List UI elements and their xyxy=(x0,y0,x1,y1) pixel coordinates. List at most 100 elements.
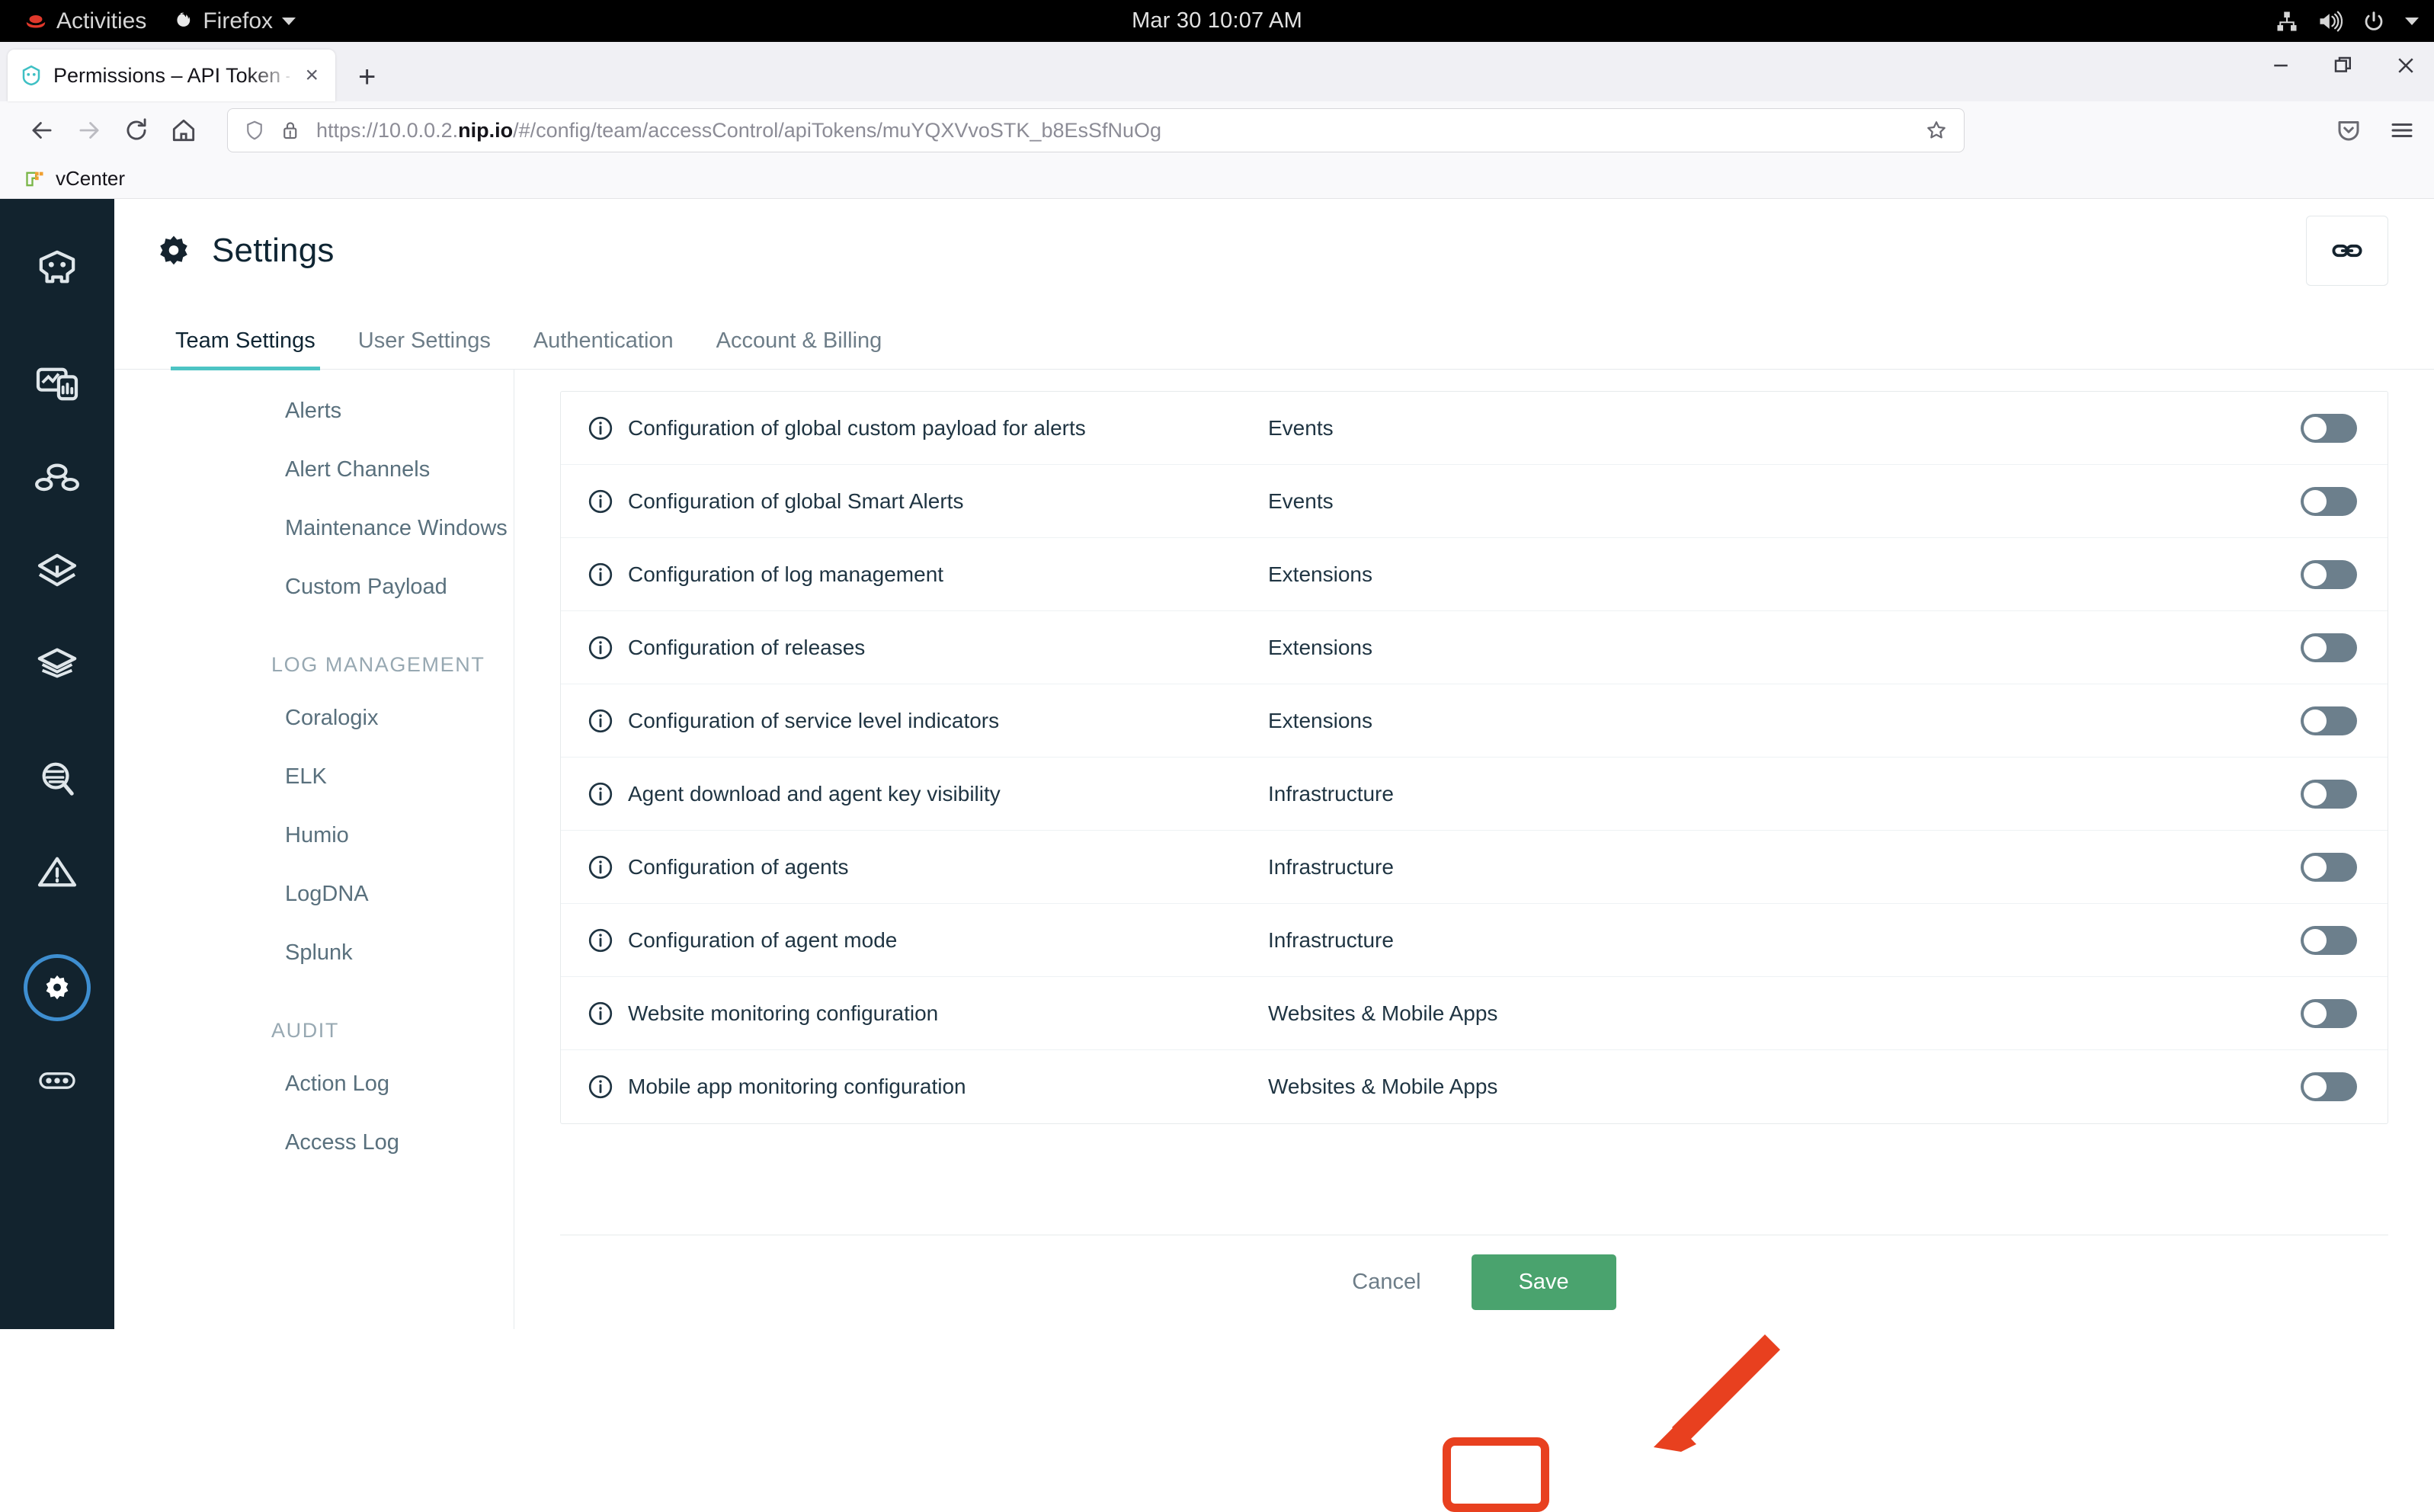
table-row: Configuration of service level indicator… xyxy=(561,684,2388,758)
settings-body: Alerts Alert Channels Maintenance Window… xyxy=(114,370,2434,1329)
sidebar-item-splunk[interactable]: Splunk xyxy=(114,924,514,982)
chain-link-icon xyxy=(2332,244,2362,258)
back-button[interactable] xyxy=(18,107,66,154)
lock-warning-icon[interactable] xyxy=(280,119,303,142)
home-button[interactable] xyxy=(160,107,207,154)
permissions-scroll-area[interactable]: Configuration of global custom payload f… xyxy=(514,370,2434,1235)
instana-robot-logo-icon[interactable] xyxy=(0,222,114,315)
sidebar-item-coralogix[interactable]: Coralogix xyxy=(114,689,514,748)
permission-toggle[interactable] xyxy=(2301,998,2357,1028)
navigation-toolbar: https://10.0.0.2.nip.io/#/config/team/ac… xyxy=(0,101,2434,159)
settings-sidebar: Alerts Alert Channels Maintenance Window… xyxy=(114,370,514,1329)
tab-team-settings[interactable]: Team Settings xyxy=(154,328,337,370)
permission-name: Configuration of log management xyxy=(628,562,944,586)
hamburger-menu-icon[interactable] xyxy=(2388,117,2416,144)
permission-toggle[interactable] xyxy=(2301,486,2357,516)
restore-button[interactable] xyxy=(2332,54,2355,77)
info-icon[interactable] xyxy=(587,780,628,808)
permission-toggle[interactable] xyxy=(2301,559,2357,589)
pocket-icon[interactable] xyxy=(2335,117,2362,144)
table-row: Configuration of global Smart Alerts Even… xyxy=(561,465,2388,538)
more-options-icon[interactable] xyxy=(0,1034,114,1127)
sidebar-item-maintenance-windows[interactable]: Maintenance Windows xyxy=(114,499,514,558)
sidebar-item-action-log[interactable]: Action Log xyxy=(114,1055,514,1113)
permission-toggle[interactable] xyxy=(2301,925,2357,955)
toggle-knob xyxy=(2304,489,2327,513)
permission-toggle[interactable] xyxy=(2301,779,2357,809)
info-icon[interactable] xyxy=(587,1000,628,1027)
table-row: Configuration of releases Extensions xyxy=(561,611,2388,684)
network-icon[interactable] xyxy=(2275,10,2298,33)
info-icon[interactable] xyxy=(587,561,628,588)
dashboards-icon[interactable] xyxy=(0,338,114,431)
cancel-button[interactable]: Cancel xyxy=(1332,1256,1440,1309)
info-icon[interactable] xyxy=(587,488,628,515)
bookmark-vcenter[interactable]: vCenter xyxy=(17,164,133,194)
url-text: https://10.0.0.2.nip.io/#/config/team/ac… xyxy=(316,118,1162,142)
volume-icon[interactable] xyxy=(2318,11,2343,32)
settings-gear-icon[interactable] xyxy=(0,941,114,1034)
minimize-button[interactable] xyxy=(2269,54,2292,77)
sidebar-item-elk[interactable]: ELK xyxy=(114,748,514,806)
permission-name: Configuration of agents xyxy=(628,854,849,879)
sidebar-heading-audit: AUDIT xyxy=(271,1019,339,1042)
permission-toggle[interactable] xyxy=(2301,413,2357,443)
toggle-knob xyxy=(2304,782,2327,806)
info-icon[interactable] xyxy=(587,634,628,662)
gear-icon xyxy=(160,235,187,265)
gnome-top-bar: Activities Firefox Mar 30 10:07 AM xyxy=(0,0,2434,42)
info-icon[interactable] xyxy=(587,927,628,954)
forward-button[interactable] xyxy=(66,107,113,154)
new-tab-button[interactable]: + xyxy=(358,62,376,92)
app-navigation-rail xyxy=(0,199,114,1329)
sidebar-item-alert-channels[interactable]: Alert Channels xyxy=(114,440,514,499)
vcenter-icon xyxy=(26,171,43,186)
annotation-arrow-icon xyxy=(1654,1334,1780,1452)
permission-toggle[interactable] xyxy=(2301,1072,2357,1101)
toggle-knob xyxy=(2304,1075,2327,1098)
tab-account-billing[interactable]: Account & Billing xyxy=(695,328,904,369)
sidebar-item-humio[interactable]: Humio xyxy=(114,806,514,865)
analytics-search-icon[interactable] xyxy=(0,732,114,825)
info-icon[interactable] xyxy=(587,415,628,442)
power-icon[interactable] xyxy=(2362,10,2385,33)
applications-icon[interactable] xyxy=(0,431,114,524)
table-row: Mobile app monitoring configuration Websi… xyxy=(561,1050,2388,1123)
url-bar[interactable]: https://10.0.0.2.nip.io/#/config/team/ac… xyxy=(227,108,1965,152)
sidebar-item-alerts[interactable]: Alerts xyxy=(114,382,514,440)
permission-toggle[interactable] xyxy=(2301,852,2357,882)
copy-link-button[interactable] xyxy=(2306,216,2388,286)
tab-close-icon[interactable]: × xyxy=(300,64,323,87)
toggle-knob xyxy=(2304,709,2327,732)
browser-tab[interactable]: Permissions – API Token – × xyxy=(8,50,335,101)
table-row: Configuration of global custom payload f… xyxy=(561,392,2388,465)
tab-title: Permissions – API Token – xyxy=(53,63,290,87)
reload-button[interactable] xyxy=(113,107,160,154)
stack-layers-icon[interactable] xyxy=(0,617,114,710)
app-content: Settings Team Settings User Settings Aut… xyxy=(114,199,2434,1329)
toggle-knob xyxy=(2304,1001,2327,1025)
sidebar-item-access-log[interactable]: Access Log xyxy=(114,1113,514,1172)
sidebar-item-custom-payload[interactable]: Custom Payload xyxy=(114,558,514,617)
tab-authentication[interactable]: Authentication xyxy=(512,328,695,369)
save-button[interactable]: Save xyxy=(1471,1254,1616,1310)
sidebar-item-logdna[interactable]: LogDNA xyxy=(114,865,514,924)
info-icon[interactable] xyxy=(587,1073,628,1100)
form-footer: Cancel Save xyxy=(560,1235,2388,1329)
system-menu-chevron-down-icon[interactable] xyxy=(2405,17,2419,25)
info-icon[interactable] xyxy=(587,707,628,735)
services-icon[interactable] xyxy=(0,524,114,617)
permission-toggle[interactable] xyxy=(2301,633,2357,662)
clock[interactable]: Mar 30 10:07 AM xyxy=(0,8,2434,34)
tab-user-settings[interactable]: User Settings xyxy=(337,328,512,369)
shield-icon[interactable] xyxy=(243,119,266,142)
bookmark-star-icon[interactable] xyxy=(1924,118,1949,143)
close-button[interactable] xyxy=(2394,54,2417,77)
permission-name: Configuration of global custom payload f… xyxy=(628,415,1086,440)
permission-category: Extensions xyxy=(1268,635,1372,659)
info-icon[interactable] xyxy=(587,854,628,881)
permission-toggle[interactable] xyxy=(2301,706,2357,735)
events-warning-icon[interactable] xyxy=(0,825,114,918)
table-row: Agent download and agent key visibility I… xyxy=(561,758,2388,831)
header-actions xyxy=(2306,216,2388,286)
